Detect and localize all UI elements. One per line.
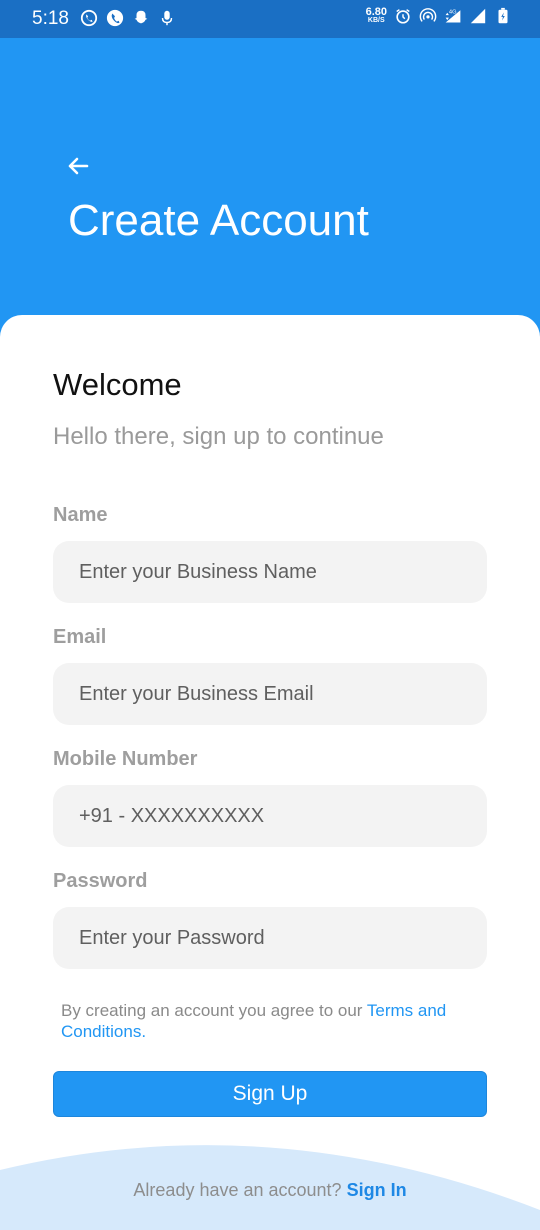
sign-in-link[interactable]: Sign In bbox=[347, 1180, 407, 1200]
signup-card: Welcome Hello there, sign up to continue… bbox=[0, 315, 540, 1230]
sign-up-button[interactable]: Sign Up bbox=[53, 1071, 487, 1117]
notification-icons bbox=[80, 9, 176, 27]
speed-unit: KB/S bbox=[367, 17, 385, 24]
sign-in-row: Already have an account? Sign In bbox=[0, 1180, 540, 1201]
mobile-input[interactable] bbox=[53, 785, 487, 847]
password-label: Password bbox=[53, 870, 148, 892]
welcome-subtitle: Hello there, sign up to continue bbox=[53, 423, 384, 450]
name-input[interactable] bbox=[53, 541, 487, 603]
password-input[interactable] bbox=[53, 907, 487, 969]
welcome-heading: Welcome bbox=[53, 367, 182, 402]
alarm-icon bbox=[396, 9, 410, 24]
phone-icon bbox=[106, 9, 124, 27]
terms-prefix: By creating an account you agree to our bbox=[61, 1001, 367, 1020]
system-icons: 6.80 KB/S 4G bbox=[366, 7, 512, 25]
battery-icon bbox=[498, 7, 508, 24]
email-input[interactable] bbox=[53, 663, 487, 725]
microphone-icon bbox=[161, 10, 173, 26]
mobile-label: Mobile Number bbox=[53, 748, 198, 770]
back-arrow-icon[interactable] bbox=[62, 150, 94, 182]
whatsapp-icon bbox=[80, 9, 98, 27]
hotspot-icon bbox=[419, 8, 437, 22]
network-speed: 6.80 KB/S bbox=[366, 7, 387, 25]
email-label: Email bbox=[53, 626, 107, 648]
signal-4g-icon: 4G bbox=[445, 10, 461, 23]
status-time: 5:18 bbox=[32, 8, 69, 29]
name-label: Name bbox=[53, 504, 108, 526]
header: Create Account bbox=[0, 38, 540, 348]
sign-in-prompt: Already have an account? bbox=[133, 1180, 347, 1200]
status-bar: 5:18 6.80 KB/S 4G bbox=[0, 0, 540, 38]
snapchat-icon bbox=[134, 10, 148, 24]
terms-text: By creating an account you agree to our … bbox=[61, 1000, 491, 1042]
signal-icon bbox=[470, 8, 486, 24]
page-title: Create Account bbox=[68, 196, 369, 245]
